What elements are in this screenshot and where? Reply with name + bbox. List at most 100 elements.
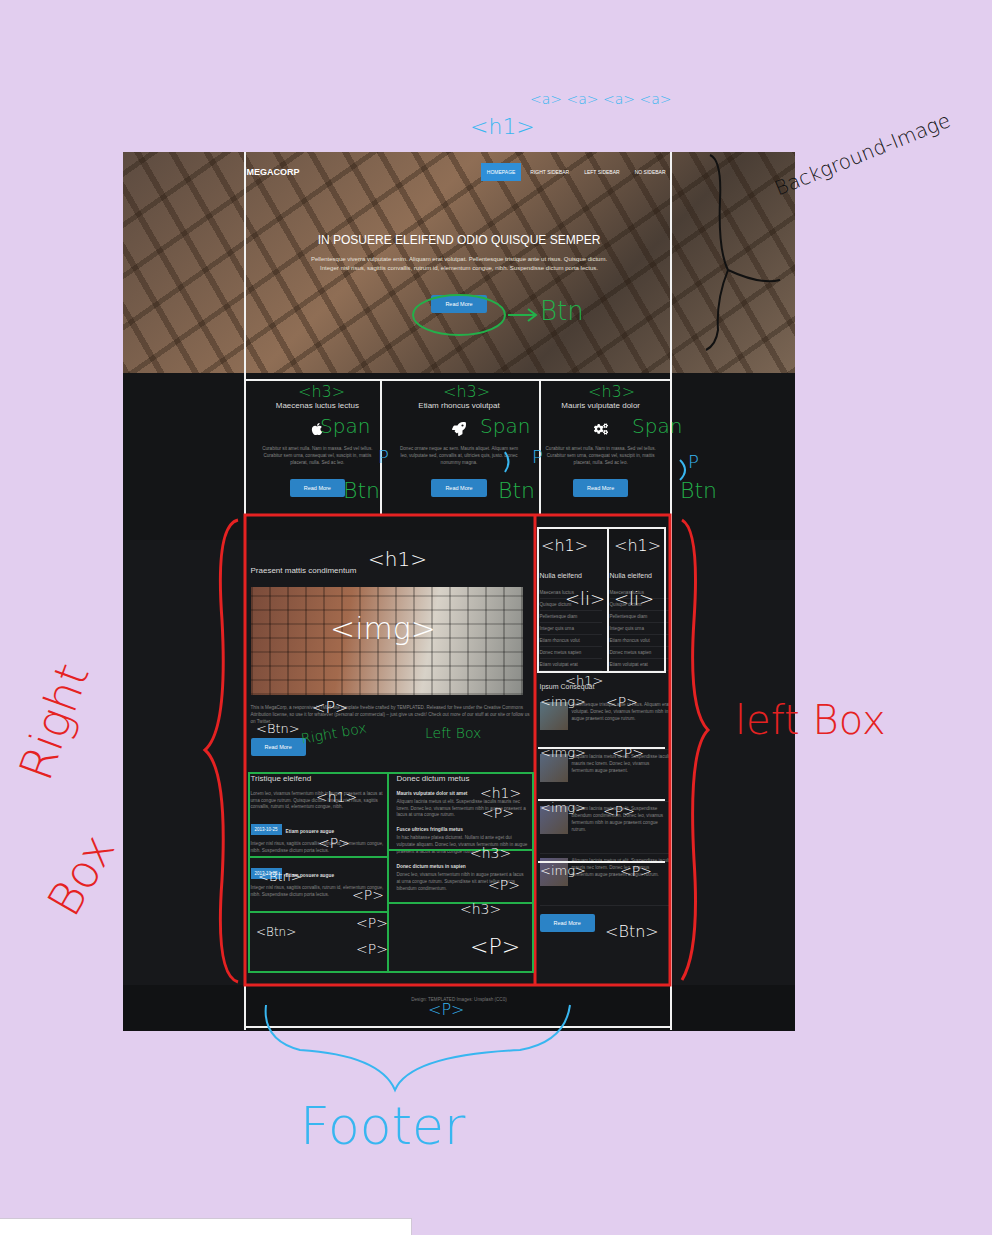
list-item[interactable]: Integer quis urna bbox=[540, 623, 602, 635]
nav-item[interactable]: LEFT SIDEBAR bbox=[578, 163, 625, 181]
annotation-label: <P> bbox=[312, 700, 348, 716]
read-more-button[interactable]: Read More bbox=[431, 479, 486, 497]
list-item[interactable]: Quisque dictum bbox=[540, 599, 602, 611]
website-screenshot: MEGACORP HOMEPAGERIGHT SIDEBARLEFT SIDEBA… bbox=[123, 152, 795, 1031]
gallery-thumb[interactable] bbox=[540, 806, 568, 834]
list-item[interactable]: Etiam rhoncus volut bbox=[540, 635, 602, 647]
annotation-label: <Btn> bbox=[256, 926, 296, 938]
annotation-label: P bbox=[378, 448, 389, 466]
read-more-button[interactable]: Read More bbox=[573, 479, 628, 497]
article-text: Donec leo, vivamus fermentum nibh in aug… bbox=[397, 872, 528, 893]
feature-card: Maecenas luctus lectus Curabitur sit amet… bbox=[247, 373, 389, 497]
annotation-label: Span bbox=[480, 416, 530, 436]
link-list: Nulla eleifendMaecenas luctusQuisque dic… bbox=[610, 566, 672, 671]
hero: MEGACORP HOMEPAGERIGHT SIDEBARLEFT SIDEBA… bbox=[123, 152, 795, 373]
list-item[interactable]: Donec metus sapien bbox=[610, 647, 672, 659]
post-title[interactable]: Etiam posuere augue bbox=[286, 829, 335, 834]
annotation-label: Btn bbox=[498, 480, 535, 502]
hero-text: Pellentesque viverra vulputate enim. Ali… bbox=[309, 255, 609, 273]
gallery-thumb[interactable] bbox=[540, 702, 568, 730]
annotation-label: <img> bbox=[540, 864, 586, 877]
annotation-label: Btn bbox=[343, 480, 380, 502]
annotation-label: <Btn> bbox=[258, 870, 302, 883]
article-title[interactable]: Mauris vulputate dolor sit amet bbox=[397, 791, 528, 796]
post-text: Integer nisl risus, sagittis convallis, … bbox=[251, 885, 389, 899]
list-item[interactable]: Integer quis urna bbox=[610, 623, 672, 635]
list-item[interactable]: Etiam volutpat erat bbox=[610, 659, 672, 671]
annotation-label: <P> bbox=[606, 695, 638, 709]
article-title[interactable]: Fusce ultrices fringilla metus bbox=[397, 827, 528, 832]
list-item[interactable]: Donec metus sapien bbox=[540, 647, 602, 659]
feature-text: Curabitur sit amet nulla. Nam in massa. … bbox=[540, 446, 662, 467]
post-title[interactable]: Etiam posuere augue bbox=[286, 873, 335, 878]
annotation-label: Box bbox=[40, 827, 122, 923]
posts-text: Lorem leo, vivamus fermentum nibh in aug… bbox=[251, 791, 389, 812]
feature-card: Etiam rhoncus volutpatDonec ornare neque… bbox=[388, 373, 530, 497]
article: Fusce ultrices fringilla metus In hac hab… bbox=[397, 827, 528, 856]
annotation-label: <h3> bbox=[588, 384, 635, 400]
gallery-item: Pellentesque tristique ante ut risus. Al… bbox=[540, 698, 672, 750]
list-item[interactable]: Pellentesque diam bbox=[540, 611, 602, 623]
gallery-thumb[interactable] bbox=[540, 858, 568, 886]
gallery-item: Aliquam lacinia metus ut elit. Suspendis… bbox=[540, 802, 672, 854]
article-text: Aliquam lacinia metus ut elit. Suspendis… bbox=[397, 799, 528, 820]
feature-card: Mauris vulputate dolorCurabitur sit amet… bbox=[530, 373, 672, 497]
gallery-thumb[interactable] bbox=[540, 754, 568, 782]
nav-item[interactable]: NO SIDEBAR bbox=[629, 163, 672, 181]
annotation-label: <h1> bbox=[470, 116, 535, 138]
date-badge: 2013-10-25 bbox=[251, 868, 282, 879]
nav-item[interactable]: RIGHT SIDEBAR bbox=[524, 163, 575, 181]
annotation-label: left Box bbox=[735, 700, 886, 740]
list-item[interactable]: Pellentesque diam bbox=[610, 611, 672, 623]
read-more-button[interactable]: Read More bbox=[540, 914, 595, 932]
annotation-label: P bbox=[688, 453, 699, 471]
annotation-label: <P> bbox=[620, 864, 652, 878]
main-title: Praesent mattis condimentum bbox=[251, 566, 532, 575]
list-item[interactable]: Etiam rhoncus volut bbox=[610, 635, 672, 647]
article-text: In hac habitasse platea dictumst. Nullam… bbox=[397, 835, 528, 856]
nav-item[interactable]: HOMEPAGE bbox=[481, 163, 522, 181]
list-title: Nulla eleifend bbox=[540, 572, 602, 579]
gallery-text: Aliquam lacinia metus ut elit. Suspendis… bbox=[572, 858, 672, 879]
annotation-label: <h3> bbox=[443, 384, 490, 400]
gallery-text: Aliquam lacinia metus ut elit. Suspendis… bbox=[572, 754, 672, 775]
annotation-label: <P> bbox=[352, 888, 384, 902]
annotation-label: <img> bbox=[330, 614, 436, 644]
list-item[interactable]: Etiam volutpat erat bbox=[540, 659, 602, 671]
annotation-label: Span bbox=[632, 416, 682, 436]
annotation-strokes bbox=[0, 0, 992, 1235]
sidebar: Nulla eleifendMaecenas luctusQuisque dic… bbox=[540, 554, 672, 932]
annotation-label: <h3> bbox=[460, 902, 501, 916]
article-title[interactable]: Donec dictum metus in sapien bbox=[397, 864, 528, 869]
feature-text: Curabitur sit amet nulla. Nam in massa. … bbox=[257, 446, 379, 467]
post: 2013-10-25Etiam posuere augueInteger nis… bbox=[251, 821, 389, 855]
annotation-label: Span bbox=[320, 416, 370, 436]
list-item[interactable]: Maecenas luctus bbox=[610, 587, 672, 599]
post: 2013-10-25 Etiam posuere augue Integer nis… bbox=[251, 865, 389, 899]
posts-column: Tristique eleifendLorem leo, vivamus fer… bbox=[251, 774, 389, 899]
feature-text: Donec ornare neque ac sem. Mauris alique… bbox=[398, 446, 520, 467]
annotation-label: Btn bbox=[680, 480, 717, 502]
read-more-button[interactable]: Read More bbox=[251, 738, 306, 756]
feature-title: Maecenas luctus lectus bbox=[257, 401, 379, 410]
read-more-button[interactable]: Read More bbox=[431, 295, 486, 313]
annotation-label: P bbox=[532, 448, 543, 466]
hero-title: IN POSUERE ELEIFEND ODIO QUISQUE SEMPER bbox=[247, 233, 672, 247]
read-more-button[interactable]: Read More bbox=[290, 479, 345, 497]
annotation-label: Background-Image bbox=[772, 110, 953, 199]
annotation-label: <h3> bbox=[298, 384, 345, 400]
annotation-label: Right box bbox=[300, 721, 368, 746]
annotation-label: <h3> bbox=[470, 846, 511, 860]
apple-icon bbox=[310, 422, 324, 436]
annotation-label: <img> bbox=[540, 695, 586, 708]
article: Mauris vulputate dolor sit amet Aliquam l… bbox=[397, 791, 528, 820]
annotation-label: <P> bbox=[603, 804, 635, 818]
main-content: Praesent mattis condimentum This is MegaC… bbox=[123, 540, 795, 985]
articles-column: Donec dictum metusMauris vulputate dolor… bbox=[397, 774, 528, 899]
annotation-label: <P> bbox=[318, 836, 350, 850]
list-item[interactable]: Maecenas luctus bbox=[540, 587, 602, 599]
logo[interactable]: MEGACORP bbox=[247, 167, 300, 177]
main-text: This is MegaCorp, a responsive HTML5 sit… bbox=[251, 705, 532, 726]
list-item[interactable]: Quisque dictum bbox=[610, 599, 672, 611]
gallery-title: Ipsum Consequat bbox=[540, 683, 672, 690]
